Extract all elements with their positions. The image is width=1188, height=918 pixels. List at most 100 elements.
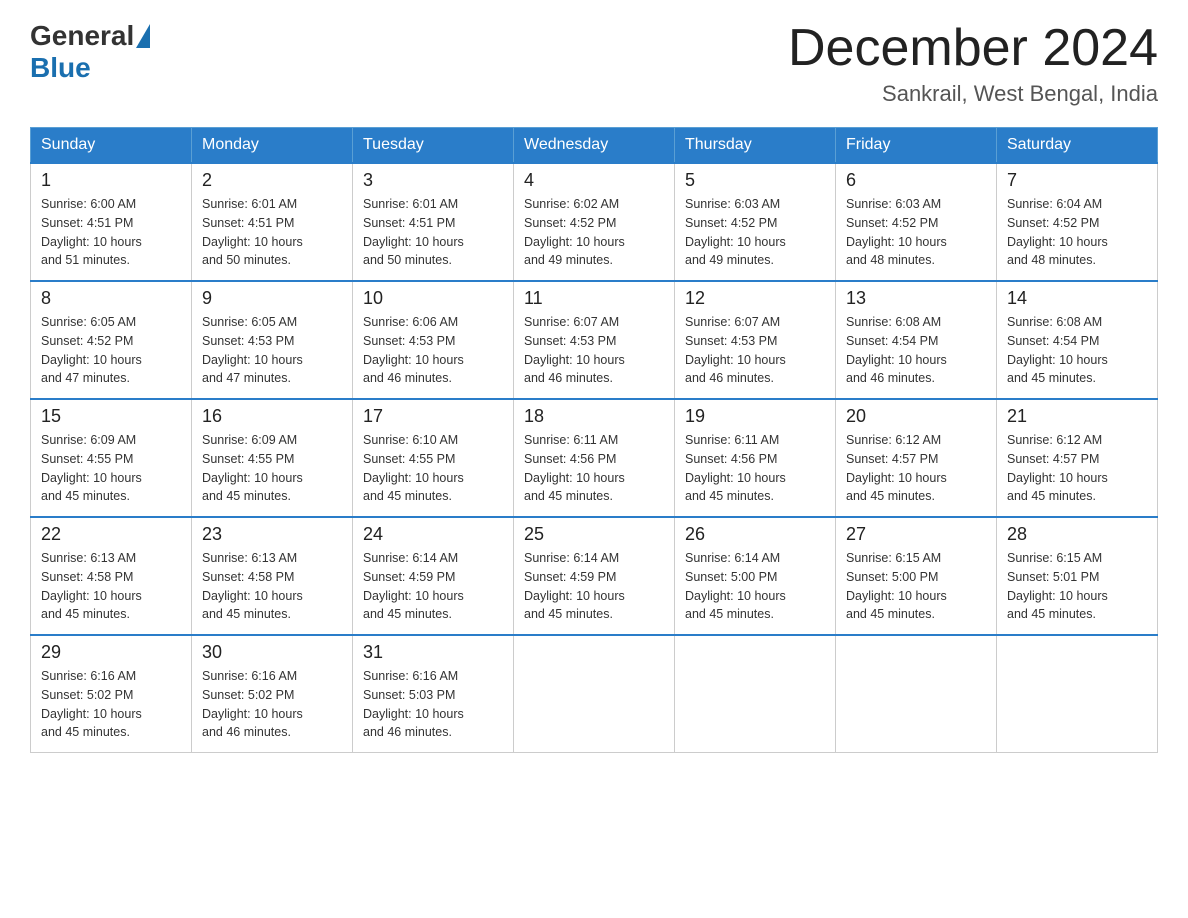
calendar-week-row: 8 Sunrise: 6:05 AM Sunset: 4:52 PM Dayli… [31,281,1158,399]
day-number: 12 [685,288,825,309]
column-header-monday: Monday [192,128,353,164]
calendar-cell [997,635,1158,753]
day-info: Sunrise: 6:03 AM Sunset: 4:52 PM Dayligh… [685,195,825,270]
calendar-cell: 13 Sunrise: 6:08 AM Sunset: 4:54 PM Dayl… [836,281,997,399]
day-number: 29 [41,642,181,663]
day-number: 16 [202,406,342,427]
calendar-cell: 27 Sunrise: 6:15 AM Sunset: 5:00 PM Dayl… [836,517,997,635]
calendar-cell [675,635,836,753]
day-number: 31 [363,642,503,663]
calendar-cell: 8 Sunrise: 6:05 AM Sunset: 4:52 PM Dayli… [31,281,192,399]
day-info: Sunrise: 6:01 AM Sunset: 4:51 PM Dayligh… [363,195,503,270]
day-number: 19 [685,406,825,427]
day-info: Sunrise: 6:12 AM Sunset: 4:57 PM Dayligh… [1007,431,1147,506]
calendar-week-row: 29 Sunrise: 6:16 AM Sunset: 5:02 PM Dayl… [31,635,1158,753]
day-number: 13 [846,288,986,309]
day-info: Sunrise: 6:12 AM Sunset: 4:57 PM Dayligh… [846,431,986,506]
calendar-header-row: SundayMondayTuesdayWednesdayThursdayFrid… [31,128,1158,164]
day-number: 14 [1007,288,1147,309]
day-info: Sunrise: 6:10 AM Sunset: 4:55 PM Dayligh… [363,431,503,506]
day-info: Sunrise: 6:11 AM Sunset: 4:56 PM Dayligh… [685,431,825,506]
calendar-week-row: 1 Sunrise: 6:00 AM Sunset: 4:51 PM Dayli… [31,163,1158,281]
logo-blue-text: Blue [30,52,91,84]
day-info: Sunrise: 6:13 AM Sunset: 4:58 PM Dayligh… [41,549,181,624]
logo: General Blue [30,20,150,84]
day-number: 7 [1007,170,1147,191]
day-number: 6 [846,170,986,191]
day-number: 1 [41,170,181,191]
day-number: 26 [685,524,825,545]
day-number: 2 [202,170,342,191]
day-number: 11 [524,288,664,309]
day-info: Sunrise: 6:00 AM Sunset: 4:51 PM Dayligh… [41,195,181,270]
calendar-cell: 20 Sunrise: 6:12 AM Sunset: 4:57 PM Dayl… [836,399,997,517]
day-number: 23 [202,524,342,545]
calendar-cell: 12 Sunrise: 6:07 AM Sunset: 4:53 PM Dayl… [675,281,836,399]
day-number: 9 [202,288,342,309]
calendar-cell: 30 Sunrise: 6:16 AM Sunset: 5:02 PM Dayl… [192,635,353,753]
day-info: Sunrise: 6:07 AM Sunset: 4:53 PM Dayligh… [524,313,664,388]
day-info: Sunrise: 6:16 AM Sunset: 5:02 PM Dayligh… [202,667,342,742]
location-title: Sankrail, West Bengal, India [788,81,1158,107]
day-number: 15 [41,406,181,427]
logo-general-text: General [30,20,134,52]
calendar-cell: 7 Sunrise: 6:04 AM Sunset: 4:52 PM Dayli… [997,163,1158,281]
logo-triangle-icon [136,24,150,48]
day-number: 22 [41,524,181,545]
calendar-cell [514,635,675,753]
calendar-cell: 31 Sunrise: 6:16 AM Sunset: 5:03 PM Dayl… [353,635,514,753]
day-info: Sunrise: 6:14 AM Sunset: 4:59 PM Dayligh… [363,549,503,624]
calendar-cell: 10 Sunrise: 6:06 AM Sunset: 4:53 PM Dayl… [353,281,514,399]
month-title: December 2024 [788,20,1158,77]
calendar-cell: 2 Sunrise: 6:01 AM Sunset: 4:51 PM Dayli… [192,163,353,281]
day-number: 8 [41,288,181,309]
calendar-cell: 4 Sunrise: 6:02 AM Sunset: 4:52 PM Dayli… [514,163,675,281]
calendar-cell: 16 Sunrise: 6:09 AM Sunset: 4:55 PM Dayl… [192,399,353,517]
day-info: Sunrise: 6:14 AM Sunset: 4:59 PM Dayligh… [524,549,664,624]
calendar-cell: 26 Sunrise: 6:14 AM Sunset: 5:00 PM Dayl… [675,517,836,635]
day-info: Sunrise: 6:08 AM Sunset: 4:54 PM Dayligh… [846,313,986,388]
column-header-tuesday: Tuesday [353,128,514,164]
calendar-cell: 5 Sunrise: 6:03 AM Sunset: 4:52 PM Dayli… [675,163,836,281]
day-number: 5 [685,170,825,191]
calendar-cell: 15 Sunrise: 6:09 AM Sunset: 4:55 PM Dayl… [31,399,192,517]
day-number: 27 [846,524,986,545]
calendar-cell: 23 Sunrise: 6:13 AM Sunset: 4:58 PM Dayl… [192,517,353,635]
calendar-cell: 29 Sunrise: 6:16 AM Sunset: 5:02 PM Dayl… [31,635,192,753]
day-info: Sunrise: 6:16 AM Sunset: 5:03 PM Dayligh… [363,667,503,742]
day-info: Sunrise: 6:03 AM Sunset: 4:52 PM Dayligh… [846,195,986,270]
title-section: December 2024 Sankrail, West Bengal, Ind… [788,20,1158,107]
calendar-cell: 28 Sunrise: 6:15 AM Sunset: 5:01 PM Dayl… [997,517,1158,635]
day-info: Sunrise: 6:09 AM Sunset: 4:55 PM Dayligh… [41,431,181,506]
day-number: 25 [524,524,664,545]
day-number: 20 [846,406,986,427]
day-info: Sunrise: 6:16 AM Sunset: 5:02 PM Dayligh… [41,667,181,742]
day-number: 30 [202,642,342,663]
calendar-cell: 3 Sunrise: 6:01 AM Sunset: 4:51 PM Dayli… [353,163,514,281]
day-number: 18 [524,406,664,427]
calendar-cell: 21 Sunrise: 6:12 AM Sunset: 4:57 PM Dayl… [997,399,1158,517]
day-number: 21 [1007,406,1147,427]
day-number: 28 [1007,524,1147,545]
day-info: Sunrise: 6:02 AM Sunset: 4:52 PM Dayligh… [524,195,664,270]
day-info: Sunrise: 6:06 AM Sunset: 4:53 PM Dayligh… [363,313,503,388]
day-info: Sunrise: 6:09 AM Sunset: 4:55 PM Dayligh… [202,431,342,506]
calendar-week-row: 15 Sunrise: 6:09 AM Sunset: 4:55 PM Dayl… [31,399,1158,517]
calendar-cell: 22 Sunrise: 6:13 AM Sunset: 4:58 PM Dayl… [31,517,192,635]
calendar-cell: 11 Sunrise: 6:07 AM Sunset: 4:53 PM Dayl… [514,281,675,399]
calendar-table: SundayMondayTuesdayWednesdayThursdayFrid… [30,127,1158,753]
day-number: 10 [363,288,503,309]
column-header-saturday: Saturday [997,128,1158,164]
day-info: Sunrise: 6:15 AM Sunset: 5:00 PM Dayligh… [846,549,986,624]
calendar-cell: 25 Sunrise: 6:14 AM Sunset: 4:59 PM Dayl… [514,517,675,635]
calendar-cell: 17 Sunrise: 6:10 AM Sunset: 4:55 PM Dayl… [353,399,514,517]
calendar-cell: 9 Sunrise: 6:05 AM Sunset: 4:53 PM Dayli… [192,281,353,399]
column-header-thursday: Thursday [675,128,836,164]
day-info: Sunrise: 6:08 AM Sunset: 4:54 PM Dayligh… [1007,313,1147,388]
day-info: Sunrise: 6:05 AM Sunset: 4:52 PM Dayligh… [41,313,181,388]
day-info: Sunrise: 6:04 AM Sunset: 4:52 PM Dayligh… [1007,195,1147,270]
day-number: 17 [363,406,503,427]
calendar-cell: 14 Sunrise: 6:08 AM Sunset: 4:54 PM Dayl… [997,281,1158,399]
day-info: Sunrise: 6:01 AM Sunset: 4:51 PM Dayligh… [202,195,342,270]
column-header-wednesday: Wednesday [514,128,675,164]
